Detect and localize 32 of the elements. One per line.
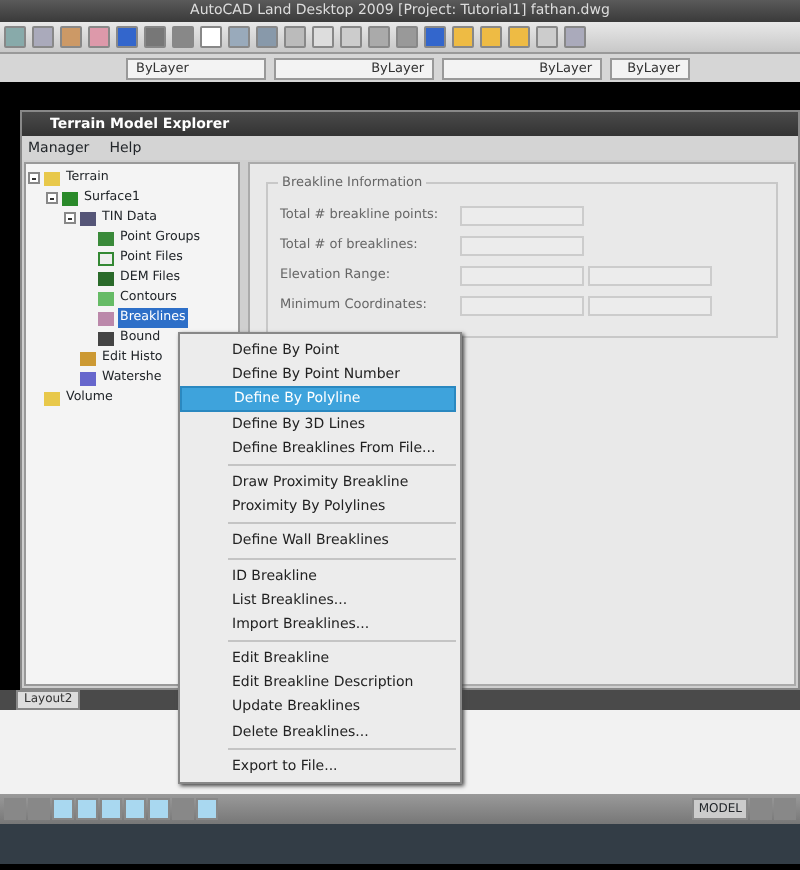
status-toggle-icon[interactable]	[172, 798, 194, 820]
status-toggle-icon[interactable]	[196, 798, 218, 820]
readonly-field	[460, 265, 584, 285]
status-toggle-icon[interactable]	[76, 798, 98, 820]
folder-icon	[44, 391, 60, 405]
status-toggle-icon[interactable]	[52, 798, 74, 820]
readonly-field	[588, 265, 712, 285]
status-toggle-icon[interactable]	[100, 798, 122, 820]
tree-node-icon	[98, 231, 114, 245]
status-toggle-icon[interactable]	[750, 798, 772, 820]
tree-node-icon	[98, 271, 114, 285]
tree-node-icon	[80, 351, 96, 365]
tree-node-icon	[98, 331, 114, 345]
readonly-field	[460, 205, 584, 225]
tree-node-icon	[80, 211, 96, 225]
expand-toggle[interactable]	[28, 172, 40, 184]
readonly-field	[460, 235, 584, 255]
folder-icon	[44, 171, 60, 185]
tree-node-icon	[98, 311, 114, 325]
readonly-field	[460, 295, 584, 315]
status-toggle-icon[interactable]	[148, 798, 170, 820]
readonly-field	[588, 295, 712, 315]
status-toggle-icon[interactable]	[4, 798, 26, 820]
tree-node-icon	[80, 371, 96, 385]
tree-node-icon	[62, 191, 78, 205]
status-toggle-icon[interactable]	[774, 798, 796, 820]
tree-node-icon	[98, 251, 114, 265]
status-toggle-icon[interactable]	[124, 798, 146, 820]
expand-toggle[interactable]	[64, 212, 76, 224]
status-toggle-icon[interactable]	[28, 798, 50, 820]
tree-node-icon	[98, 291, 114, 305]
expand-toggle[interactable]	[46, 192, 58, 204]
